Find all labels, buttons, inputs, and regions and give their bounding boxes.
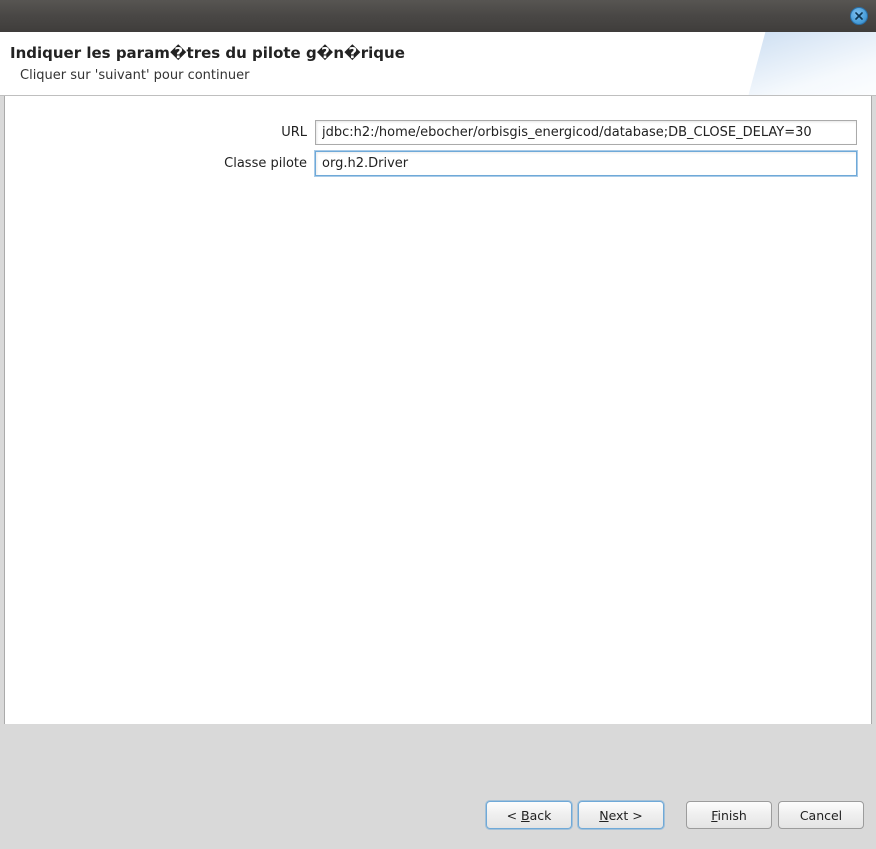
finish-button[interactable]: Finish (686, 801, 772, 829)
wizard-title: Indiquer les param�tres du pilote g�n�ri… (10, 44, 864, 62)
back-button[interactable]: < Back (486, 801, 572, 829)
url-row: URL (19, 120, 857, 145)
close-icon (855, 12, 863, 20)
driver-class-label: Classe pilote (19, 156, 315, 171)
driver-class-row: Classe pilote (19, 151, 857, 176)
wizard-header: Indiquer les param�tres du pilote g�n�ri… (0, 32, 876, 96)
close-button[interactable] (850, 7, 868, 25)
next-button[interactable]: Next > (578, 801, 664, 829)
nav-button-group: < Back Next > (486, 801, 664, 829)
wizard-button-bar: < Back Next > Finish Cancel (0, 724, 876, 849)
wizard-subtitle: Cliquer sur 'suivant' pour continuer (10, 68, 864, 83)
driver-class-input[interactable] (315, 151, 857, 176)
url-label: URL (19, 125, 315, 140)
finish-button-group: Finish Cancel (686, 801, 864, 829)
window-titlebar (0, 0, 876, 32)
cancel-button[interactable]: Cancel (778, 801, 864, 829)
wizard-content: URL Classe pilote (4, 96, 872, 724)
url-input[interactable] (315, 120, 857, 145)
